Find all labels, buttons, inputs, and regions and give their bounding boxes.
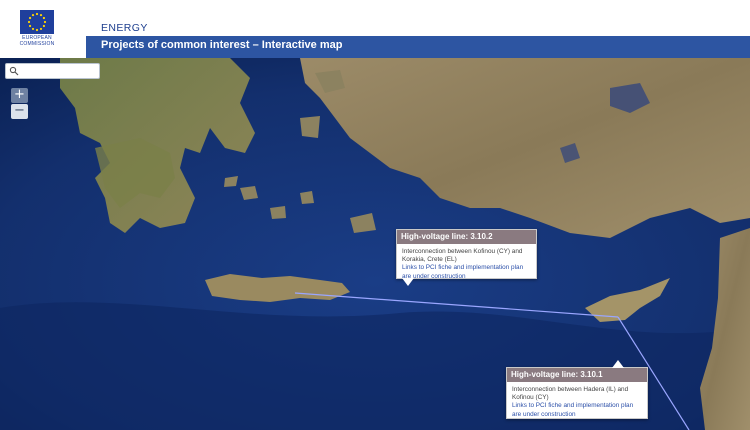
eu-flag-icon (20, 10, 54, 34)
eu-star-icon (39, 27, 43, 31)
search-icon (9, 66, 19, 76)
eu-star-icon (42, 16, 46, 20)
zoom-out-button[interactable]: − (11, 104, 28, 119)
popup-links-link[interactable]: Links to PCI fiche and implementation pl… (402, 264, 531, 280)
popup-description: Interconnection between Kofinou (CY) and… (402, 248, 523, 264)
popup-body: Interconnection between Kofinou (CY) and… (397, 244, 536, 284)
eu-star-icon (35, 12, 39, 16)
island-cyclades-3 (300, 191, 314, 204)
eu-star-icon (39, 13, 43, 17)
page-title: Projects of common interest – Interactiv… (101, 39, 343, 51)
interactive-map[interactable]: + − High-voltage line: 3.10.2 Interconne… (0, 58, 750, 430)
eu-star-icon (28, 16, 32, 20)
popup-title: High-voltage line: 3.10.1 (507, 368, 647, 382)
eu-star-icon (28, 24, 32, 28)
popup-high-voltage-line-3-10-2[interactable]: High-voltage line: 3.10.2 Interconnectio… (396, 229, 537, 286)
eu-star-icon (31, 13, 35, 17)
dg-energy-label[interactable]: ENERGY (101, 22, 148, 34)
popup-pointer (612, 360, 624, 368)
popup-high-voltage-line-3-10-1[interactable]: High-voltage line: 3.10.1 Interconnectio… (506, 360, 648, 422)
popup-title: High-voltage line: 3.10.2 (397, 230, 536, 244)
eu-star-icon (31, 27, 35, 31)
island-cyclades-2 (270, 206, 286, 219)
title-bar: Projects of common interest – Interactiv… (86, 36, 750, 58)
eu-star-icon (35, 28, 39, 32)
popup-links-link[interactable]: Links to PCI fiche and implementation pl… (512, 402, 642, 418)
popup-description: Interconnection between Hadera (IL) and … (512, 386, 629, 402)
eu-star-icon (42, 24, 46, 28)
eu-star-icon (43, 20, 47, 24)
island-chios (300, 116, 320, 138)
site-header: EUROPEAN COMMISSION ENERGY Projects of c… (0, 0, 750, 60)
popup-pointer (402, 278, 414, 286)
map-search-box[interactable] (5, 63, 100, 79)
search-input[interactable] (21, 65, 97, 77)
zoom-in-button[interactable]: + (11, 88, 28, 103)
european-commission-logo[interactable]: EUROPEAN COMMISSION (16, 9, 58, 51)
popup-body: Interconnection between Hadera (IL) and … (507, 382, 647, 422)
eu-star-icon (27, 20, 31, 24)
logo-text: EUROPEAN COMMISSION (19, 35, 55, 47)
